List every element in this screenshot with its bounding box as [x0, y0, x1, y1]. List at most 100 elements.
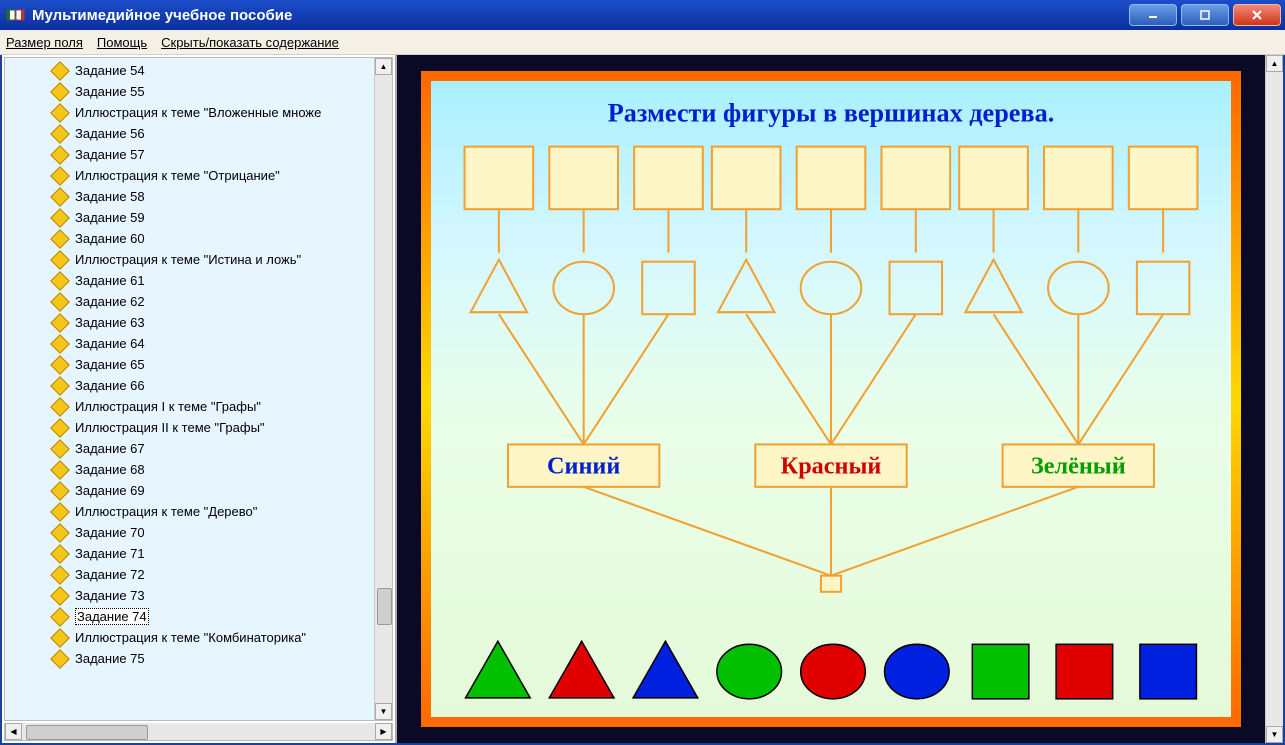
toc-item[interactable]: Задание 56: [5, 123, 374, 144]
maximize-button[interactable]: [1181, 4, 1229, 26]
toc-item-label: Задание 65: [75, 357, 145, 372]
toc-item[interactable]: Задание 66: [5, 375, 374, 396]
title-bar: Мультимедийное учебное пособие: [0, 0, 1285, 30]
drop-slot[interactable]: [712, 147, 781, 210]
content: Задание 54Задание 55Иллюстрация к теме "…: [0, 55, 1285, 745]
toc-item[interactable]: Задание 62: [5, 291, 374, 312]
toc-item[interactable]: Задание 75: [5, 648, 374, 669]
scroll-thumb[interactable]: [26, 725, 148, 740]
drop-slot[interactable]: [634, 147, 703, 210]
connector: [584, 487, 831, 576]
menu-field-size[interactable]: Размер поля: [6, 35, 83, 50]
toc-item[interactable]: Задание 58: [5, 186, 374, 207]
drop-slot[interactable]: [1044, 147, 1113, 210]
palette-shape[interactable]: [885, 644, 950, 699]
topic-icon: [50, 229, 70, 249]
toc-item-label: Задание 58: [75, 189, 145, 204]
scroll-down-button[interactable]: ▼: [1266, 726, 1283, 743]
toc-item[interactable]: Иллюстрация I к теме "Графы": [5, 396, 374, 417]
tree-node-circle: [801, 262, 862, 314]
palette-shape[interactable]: [633, 641, 698, 698]
toc-item[interactable]: Задание 72: [5, 564, 374, 585]
connector: [1078, 314, 1163, 444]
toc-item[interactable]: Иллюстрация к теме "Дерево": [5, 501, 374, 522]
toc-item[interactable]: Иллюстрация к теме "Истина и ложь": [5, 249, 374, 270]
palette-shape[interactable]: [1056, 644, 1113, 699]
connector: [746, 314, 831, 444]
palette-shape[interactable]: [717, 644, 782, 699]
palette-shape[interactable]: [801, 644, 866, 699]
topic-icon: [50, 628, 70, 648]
toc-item[interactable]: Задание 67: [5, 438, 374, 459]
toc-item[interactable]: Задание 57: [5, 144, 374, 165]
tree-root: [821, 576, 841, 592]
connector: [584, 314, 669, 444]
toc-item[interactable]: Задание 63: [5, 312, 374, 333]
scroll-thumb[interactable]: [377, 588, 392, 625]
tree-node-square: [890, 262, 942, 314]
toc-item[interactable]: Задание 65: [5, 354, 374, 375]
scroll-down-button[interactable]: ▼: [375, 703, 392, 720]
palette-shape[interactable]: [466, 641, 531, 698]
toc-item[interactable]: Задание 59: [5, 207, 374, 228]
scroll-left-button[interactable]: ◀: [5, 723, 22, 740]
toc-item-label: Задание 75: [75, 651, 145, 666]
palette-shape[interactable]: [549, 641, 614, 698]
toc-item[interactable]: Задание 55: [5, 81, 374, 102]
toc-item[interactable]: Задание 68: [5, 459, 374, 480]
scroll-up-button[interactable]: ▲: [1266, 55, 1283, 72]
palette-shape[interactable]: [972, 644, 1029, 699]
close-button[interactable]: [1233, 4, 1281, 26]
toc-item-label: Задание 66: [75, 378, 145, 393]
toc-item[interactable]: Задание 71: [5, 543, 374, 564]
toc-item[interactable]: Задание 69: [5, 480, 374, 501]
toc-item[interactable]: Задание 61: [5, 270, 374, 291]
sidebar-hscrollbar[interactable]: ◀ ▶: [4, 723, 393, 741]
topic-icon: [50, 418, 70, 438]
toc-item[interactable]: Задание 64: [5, 333, 374, 354]
scroll-up-button[interactable]: ▲: [375, 58, 392, 75]
main-vscrollbar[interactable]: ▲ ▼: [1265, 55, 1283, 743]
palette-shape[interactable]: [1140, 644, 1197, 699]
color-label: Синий: [547, 453, 620, 480]
menu-toggle-toc[interactable]: Скрыть/показать содержание: [161, 35, 339, 50]
toc-item[interactable]: Задание 70: [5, 522, 374, 543]
color-label: Зелёный: [1031, 453, 1126, 480]
toc-item-label: Задание 60: [75, 231, 145, 246]
drop-slot[interactable]: [881, 147, 950, 210]
topic-icon: [50, 145, 70, 165]
toc-item[interactable]: Иллюстрация к теме "Вложенные множе: [5, 102, 374, 123]
drop-slot[interactable]: [549, 147, 618, 210]
toc-item[interactable]: Задание 74: [5, 606, 374, 627]
toc-item[interactable]: Иллюстрация к теме "Комбинаторика": [5, 627, 374, 648]
toc-item-label: Задание 70: [75, 525, 145, 540]
toc-item[interactable]: Иллюстрация к теме "Отрицание": [5, 165, 374, 186]
menu-help[interactable]: Помощь: [97, 35, 147, 50]
topic-icon: [50, 607, 70, 627]
topic-icon: [50, 460, 70, 480]
toc-item-label: Задание 67: [75, 441, 145, 456]
toc-item[interactable]: Иллюстрация II к теме "Графы": [5, 417, 374, 438]
topic-icon: [50, 82, 70, 102]
tree-node-triangle: [965, 260, 1022, 312]
drop-slot[interactable]: [465, 147, 534, 210]
toc-item-label: Задание 74: [75, 608, 149, 625]
drop-slot[interactable]: [797, 147, 866, 210]
topic-icon: [50, 355, 70, 375]
tree-node-triangle: [471, 260, 528, 312]
toc-item-label: Задание 63: [75, 315, 145, 330]
toc-item[interactable]: Задание 73: [5, 585, 374, 606]
toc-item[interactable]: Задание 54: [5, 60, 374, 81]
toc-tree[interactable]: Задание 54Задание 55Иллюстрация к теме "…: [5, 58, 374, 720]
drop-slot[interactable]: [1129, 147, 1198, 210]
toc-item-label: Задание 69: [75, 483, 145, 498]
minimize-button[interactable]: [1129, 4, 1177, 26]
toc-item[interactable]: Задание 60: [5, 228, 374, 249]
topic-icon: [50, 250, 70, 270]
scroll-right-button[interactable]: ▶: [375, 723, 392, 740]
toc-item-label: Задание 72: [75, 567, 145, 582]
task-diagram[interactable]: Размести фигуры в вершинах дерева.СинийК…: [431, 81, 1231, 717]
drop-slot[interactable]: [959, 147, 1028, 210]
tree-node-square: [1137, 262, 1189, 314]
sidebar-vscrollbar[interactable]: ▲ ▼: [374, 58, 392, 720]
